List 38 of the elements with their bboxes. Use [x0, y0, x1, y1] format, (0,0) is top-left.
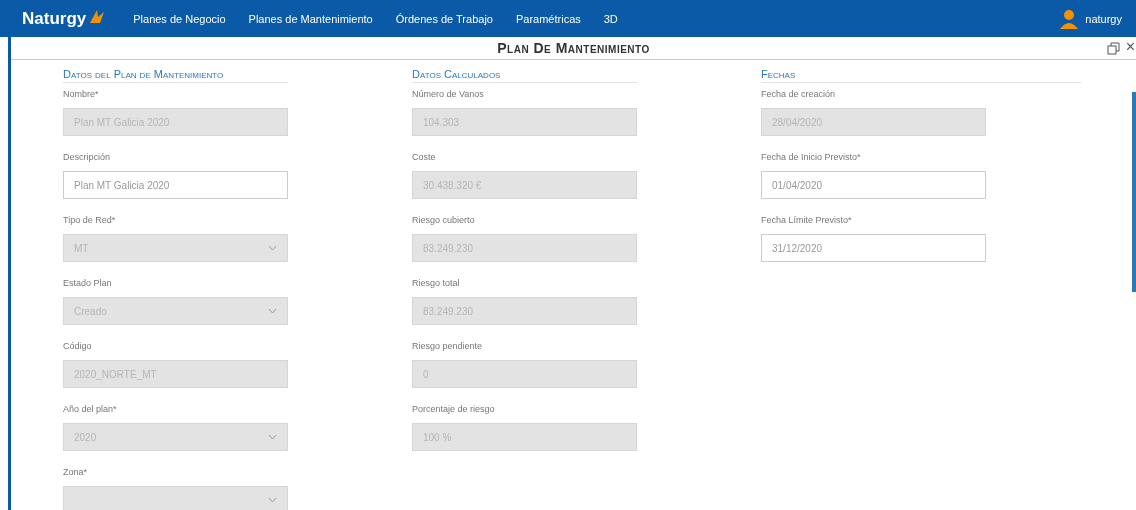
nav-link[interactable]: Planes de Mantenimiento: [248, 12, 373, 25]
chevron-down-icon: [268, 308, 277, 314]
input-field[interactable]: Plan MT Galicia 2020: [63, 171, 288, 199]
field-label: Fecha de Inicio Previsto*: [761, 152, 862, 162]
nav-link[interactable]: 3D: [603, 12, 618, 25]
panel-title: Plan De Mantenimiento: [497, 40, 650, 56]
chevron-down-icon: [268, 245, 277, 251]
field-label: Tipo de Red*: [63, 215, 117, 225]
user-name[interactable]: naturgy: [1085, 12, 1122, 25]
field-label: Número de Vanos: [412, 89, 485, 99]
nav-link[interactable]: Planes de Negocio: [133, 12, 226, 25]
scrollbar[interactable]: [1132, 92, 1136, 292]
field-label: Zona*: [63, 467, 89, 477]
input-field[interactable]: 31/12/2020: [761, 234, 986, 262]
chevron-down-icon: [268, 434, 277, 440]
close-button[interactable]: ×: [1124, 37, 1136, 57]
section-heading: Datos Calculados: [412, 68, 637, 83]
brand-logo[interactable]: Naturgy: [22, 8, 87, 29]
field-label: Descripción: [63, 152, 112, 162]
nav-link[interactable]: Órdenes de Trabajo: [395, 12, 493, 25]
section-heading: Fechas: [761, 68, 1081, 83]
field-label: Año del plan*: [63, 404, 118, 414]
section-heading: Datos del Plan de Mantenimiento: [63, 68, 288, 83]
chevron-down-icon: [268, 497, 277, 503]
field-label: Nombre*: [63, 89, 100, 99]
field-label: Código: [63, 341, 93, 351]
field-label: Porcentaje de riesgo: [412, 404, 496, 414]
field-label: Coste: [412, 152, 437, 162]
user-icon: [1059, 8, 1080, 29]
input-field[interactable]: 01/04/2020: [761, 171, 986, 199]
field-label: Fecha de creación: [761, 89, 837, 99]
nav-link[interactable]: Paramétricas: [515, 12, 581, 25]
field-label: Riesgo pendiente: [412, 341, 484, 351]
field-label: Estado Plan: [63, 278, 113, 288]
restore-window-icon[interactable]: [1107, 42, 1120, 55]
field-label: Riesgo cubierto: [412, 215, 476, 225]
field-label: Fecha Límite Previsto*: [761, 215, 853, 225]
field-label: Riesgo total: [412, 278, 461, 288]
